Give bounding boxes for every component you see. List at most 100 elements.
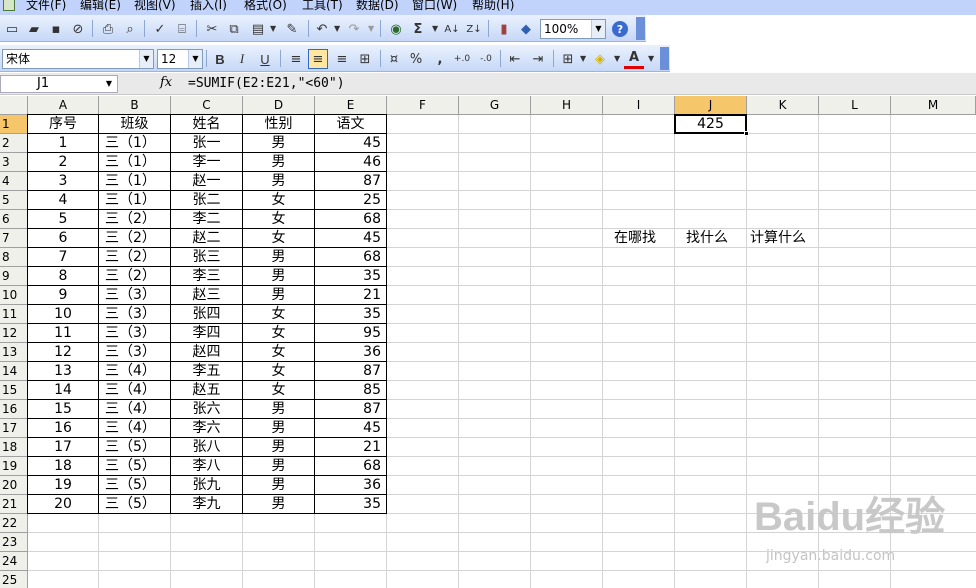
comma-button[interactable]: , xyxy=(430,49,450,69)
cell-C17[interactable]: 李六 xyxy=(171,419,242,437)
cell-E16[interactable]: 87 xyxy=(315,400,386,418)
row-header-20[interactable]: 20 xyxy=(0,476,28,495)
column-header-D[interactable]: D xyxy=(243,96,315,115)
column-header-M[interactable]: M xyxy=(891,96,976,115)
cell-C13[interactable]: 赵四 xyxy=(171,343,242,361)
increase-indent-icon[interactable]: ⇥ xyxy=(528,49,548,69)
cell-E6[interactable]: 68 xyxy=(315,210,386,228)
cell-B3[interactable]: 三（1） xyxy=(99,153,170,171)
sort-descending-icon[interactable]: Z↓ xyxy=(464,19,484,39)
cell-E9[interactable]: 35 xyxy=(315,267,386,285)
cell-B7[interactable]: 三（2） xyxy=(99,229,170,247)
font-color-button[interactable]: A xyxy=(624,49,644,69)
row-header-3[interactable]: 3 xyxy=(0,153,28,172)
permission-icon[interactable]: ⊘ xyxy=(68,19,88,39)
cell-C21[interactable]: 李九 xyxy=(171,495,242,513)
name-box[interactable]: J1 ▼ xyxy=(0,75,118,93)
cell-E17[interactable]: 45 xyxy=(315,419,386,437)
cell-D12[interactable]: 女 xyxy=(243,324,314,342)
chart-wizard-icon[interactable]: ▮ xyxy=(494,19,514,39)
cell-A11[interactable]: 10 xyxy=(28,305,98,323)
column-header-B[interactable]: B xyxy=(99,96,171,115)
sort-ascending-icon[interactable]: A↓ xyxy=(442,19,462,39)
cell-A16[interactable]: 15 xyxy=(28,400,98,418)
cell-B18[interactable]: 三（5） xyxy=(99,438,170,456)
menu-data[interactable]: 数据(D) xyxy=(356,0,399,13)
cell-D2[interactable]: 男 xyxy=(243,134,314,152)
row-header-19[interactable]: 19 xyxy=(0,457,28,476)
align-right-icon[interactable]: ≡ xyxy=(332,49,352,69)
font-name-combo[interactable]: 宋体 ▼ xyxy=(2,49,154,69)
cell-C15[interactable]: 赵五 xyxy=(171,381,242,399)
row-header-2[interactable]: 2 xyxy=(0,134,28,153)
row-header-12[interactable]: 12 xyxy=(0,324,28,343)
cell-D10[interactable]: 男 xyxy=(243,286,314,304)
borders-dropdown-icon[interactable]: ▼ xyxy=(580,54,586,63)
cell-A18[interactable]: 17 xyxy=(28,438,98,456)
row-header-16[interactable]: 16 xyxy=(0,400,28,419)
row-header-15[interactable]: 15 xyxy=(0,381,28,400)
cell-A17[interactable]: 16 xyxy=(28,419,98,437)
column-header-C[interactable]: C xyxy=(171,96,243,115)
cell-A3[interactable]: 2 xyxy=(28,153,98,171)
row-header-25[interactable]: 25 xyxy=(0,571,28,588)
cell-E10[interactable]: 21 xyxy=(315,286,386,304)
row-header-4[interactable]: 4 xyxy=(0,172,28,191)
cell-C4[interactable]: 赵一 xyxy=(171,172,242,190)
cell-B9[interactable]: 三（2） xyxy=(99,267,170,285)
row-header-1[interactable]: 1 xyxy=(0,115,28,134)
zoom-combo[interactable]: 100% ▼ xyxy=(540,19,606,39)
cell-A20[interactable]: 19 xyxy=(28,476,98,494)
cell-C8[interactable]: 张三 xyxy=(171,248,242,266)
row-header-24[interactable]: 24 xyxy=(0,552,28,571)
excel-app-icon[interactable] xyxy=(3,0,15,11)
italic-button[interactable]: I xyxy=(232,49,252,69)
cell-E2[interactable]: 45 xyxy=(315,134,386,152)
cell-C5[interactable]: 张二 xyxy=(171,191,242,209)
redo-icon[interactable]: ↷ xyxy=(344,19,364,39)
cell-C10[interactable]: 赵三 xyxy=(171,286,242,304)
open-icon[interactable]: ▰ xyxy=(24,19,44,39)
row-header-22[interactable]: 22 xyxy=(0,514,28,533)
menu-view[interactable]: 视图(V) xyxy=(134,0,176,13)
menu-file[interactable]: 文件(F) xyxy=(26,0,66,13)
research-icon[interactable]: ⌸ xyxy=(172,19,192,39)
name-box-dropdown-icon[interactable]: ▼ xyxy=(102,77,116,91)
cell-A13[interactable]: 12 xyxy=(28,343,98,361)
decrease-decimal-button[interactable]: -.0 xyxy=(476,49,496,69)
cell-B19[interactable]: 三（5） xyxy=(99,457,170,475)
save-icon[interactable]: ▪ xyxy=(46,19,66,39)
cell-A9[interactable]: 8 xyxy=(28,267,98,285)
cell-A6[interactable]: 5 xyxy=(28,210,98,228)
row-header-14[interactable]: 14 xyxy=(0,362,28,381)
cell-E15[interactable]: 85 xyxy=(315,381,386,399)
menu-insert[interactable]: 插入(I) xyxy=(190,0,227,13)
cell-E21[interactable]: 35 xyxy=(315,495,386,513)
cell-A21[interactable]: 20 xyxy=(28,495,98,513)
header-cell-B1[interactable]: 班级 xyxy=(99,115,170,133)
undo-dropdown-icon[interactable]: ▼ xyxy=(334,24,340,33)
cell-A2[interactable]: 1 xyxy=(28,134,98,152)
column-header-F[interactable]: F xyxy=(387,96,459,115)
cell-C18[interactable]: 张八 xyxy=(171,438,242,456)
spelling-icon[interactable]: ✓ xyxy=(150,19,170,39)
cell-A19[interactable]: 18 xyxy=(28,457,98,475)
cell-B15[interactable]: 三（4） xyxy=(99,381,170,399)
format-painter-icon[interactable]: ✎ xyxy=(282,19,302,39)
cell-D3[interactable]: 男 xyxy=(243,153,314,171)
cell-D8[interactable]: 男 xyxy=(243,248,314,266)
cell-A4[interactable]: 3 xyxy=(28,172,98,190)
menu-window[interactable]: 窗口(W) xyxy=(412,0,457,13)
row-header-11[interactable]: 11 xyxy=(0,305,28,324)
column-header-L[interactable]: L xyxy=(819,96,891,115)
row-header-8[interactable]: 8 xyxy=(0,248,28,267)
cell-D13[interactable]: 女 xyxy=(243,343,314,361)
cell-C20[interactable]: 张九 xyxy=(171,476,242,494)
cell-B21[interactable]: 三（5） xyxy=(99,495,170,513)
cell-A8[interactable]: 7 xyxy=(28,248,98,266)
cell-C12[interactable]: 李四 xyxy=(171,324,242,342)
cell-C14[interactable]: 李五 xyxy=(171,362,242,380)
column-header-J[interactable]: J xyxy=(675,96,747,115)
cell-B8[interactable]: 三（2） xyxy=(99,248,170,266)
font-size-combo[interactable]: 12 ▼ xyxy=(157,49,203,69)
